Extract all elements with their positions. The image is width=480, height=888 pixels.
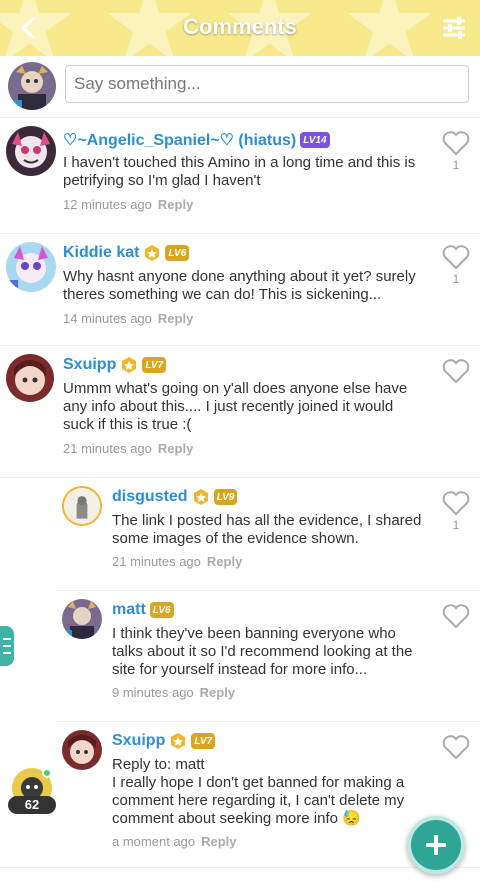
new-comment-button[interactable] <box>407 816 465 874</box>
comment-meta: 21 minutes ago Reply <box>112 554 242 569</box>
side-drawer-tab[interactable] <box>0 626 14 666</box>
level-badge: LV9 <box>213 489 238 505</box>
heart-icon[interactable] <box>442 130 470 156</box>
comment-reply-item: matt LV6 I think they've been banning ev… <box>0 591 480 721</box>
author-row: disgusted LV9 <box>112 488 238 506</box>
comment-text: Ummm what's going on y'all does anyone e… <box>63 380 408 433</box>
comment-meta: 12 minutes ago Reply <box>63 197 193 212</box>
level-badge: LV6 <box>149 602 174 618</box>
like-count: 1 <box>452 158 460 172</box>
author-name[interactable]: Sxuipp <box>112 732 165 750</box>
author-row: matt LV6 <box>112 601 174 619</box>
heart-icon[interactable] <box>442 734 470 760</box>
online-status-dot <box>42 768 52 778</box>
avatar[interactable] <box>62 730 102 770</box>
avatar[interactable] <box>6 126 56 176</box>
timestamp: 14 minutes ago <box>63 311 152 326</box>
gold-membership-icon <box>145 245 160 261</box>
timestamp: 21 minutes ago <box>63 441 152 456</box>
comment-meta: 14 minutes ago Reply <box>63 311 193 326</box>
timestamp: 21 minutes ago <box>112 554 201 569</box>
author-name[interactable]: disgusted <box>112 488 188 506</box>
gold-membership-icon <box>122 357 137 373</box>
author-name[interactable]: Kiddie kat <box>63 244 139 262</box>
like-count: 1 <box>452 518 460 532</box>
reply-button[interactable]: Reply <box>207 554 242 569</box>
page-title: Comments <box>183 14 297 39</box>
heart-icon[interactable] <box>442 244 470 270</box>
timestamp: 12 minutes ago <box>63 197 152 212</box>
reply-button[interactable]: Reply <box>201 834 236 849</box>
timestamp: 9 minutes ago <box>112 685 194 700</box>
gold-membership-icon <box>193 489 208 505</box>
comment-composer <box>0 56 480 118</box>
online-count: 62 <box>8 796 56 814</box>
author-name[interactable]: matt <box>112 601 146 619</box>
comment-input[interactable] <box>65 65 469 103</box>
plus-icon <box>426 835 446 855</box>
current-user-avatar[interactable] <box>8 62 56 110</box>
sliders-icon <box>443 17 465 39</box>
comment-text: I think they've been banning everyone wh… <box>112 625 413 678</box>
reply-button[interactable]: Reply <box>158 197 193 212</box>
menu-icon <box>3 638 11 640</box>
comment-text: The link I posted has all the evidence, … <box>112 512 422 547</box>
author-row: ♡~Angelic_Spaniel~♡ (hiatus) LV14 <box>63 130 330 150</box>
avatar[interactable] <box>62 486 102 526</box>
comment-meta: 9 minutes ago Reply <box>112 685 235 700</box>
level-badge: LV14 <box>300 132 330 148</box>
comment-text: I haven't touched this Amino in a long t… <box>63 154 416 189</box>
author-row: Sxuipp LV7 <box>63 356 167 374</box>
author-row: Kiddie kat LV6 <box>63 244 190 262</box>
comment-reply-item: disgusted LV9 The link I posted has all … <box>0 478 480 590</box>
comment-meta: a moment ago Reply <box>112 834 237 849</box>
heart-icon[interactable] <box>442 603 470 629</box>
level-badge: LV7 <box>142 357 167 373</box>
filter-button[interactable] <box>438 12 470 44</box>
comment-text: Why hasnt anyone done anything about it … <box>63 268 416 303</box>
reply-button[interactable]: Reply <box>158 441 193 456</box>
author-row: Sxuipp LV7 <box>112 732 216 750</box>
avatar[interactable] <box>62 599 102 639</box>
reply-to-label: Reply to: matt <box>112 756 205 773</box>
level-badge: LV6 <box>165 245 190 261</box>
gold-membership-icon <box>171 733 186 749</box>
author-name[interactable]: Sxuipp <box>63 356 116 374</box>
comment-meta: 21 minutes ago Reply <box>63 441 193 456</box>
comment-item: Sxuipp LV7 Ummm what's going on y'all do… <box>0 346 480 478</box>
comment-item: Kiddie kat LV6 Why hasnt anyone done any… <box>0 234 480 346</box>
comment-text: I really hope I don't get banned for mak… <box>112 774 405 827</box>
online-members-button[interactable]: 62 <box>8 768 56 816</box>
heart-icon[interactable] <box>442 490 470 516</box>
heart-icon[interactable] <box>442 358 470 384</box>
level-badge: LV7 <box>191 733 216 749</box>
like-count: 1 <box>452 272 460 286</box>
timestamp: a moment ago <box>112 834 196 849</box>
header-bar: ★ ★ ★ ★ Comments <box>0 0 480 56</box>
avatar[interactable] <box>6 354 54 402</box>
comment-item: ♡~Angelic_Spaniel~♡ (hiatus) LV14 I have… <box>0 118 480 234</box>
reply-button[interactable]: Reply <box>158 311 193 326</box>
author-name[interactable]: ♡~Angelic_Spaniel~♡ (hiatus) <box>63 130 296 150</box>
avatar[interactable] <box>6 242 56 292</box>
reply-button[interactable]: Reply <box>200 685 235 700</box>
